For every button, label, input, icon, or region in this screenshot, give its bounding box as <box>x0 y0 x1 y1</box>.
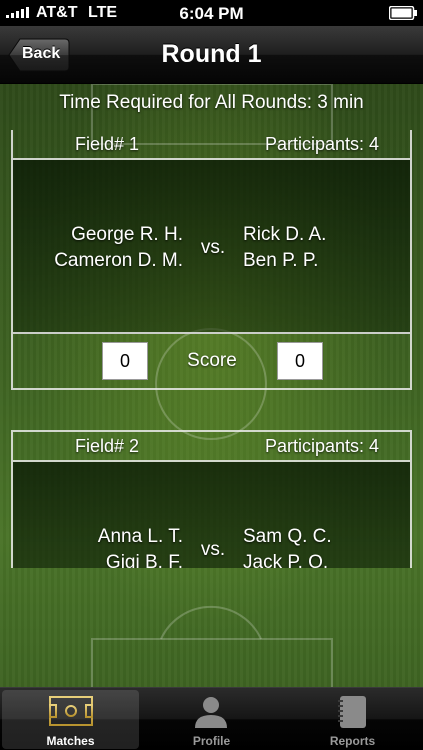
tab-label: Matches <box>46 734 95 748</box>
right-score-input[interactable]: 0 <box>277 342 323 380</box>
left-score-input[interactable]: 0 <box>102 342 148 380</box>
match-card-field-1: Field# 1 Participants: 4 George R. H. Ca… <box>11 130 412 390</box>
status-time: 6:04 PM <box>179 4 244 23</box>
navigation-bar: Back Round 1 <box>0 26 423 84</box>
team-left: Anna L. T. Gigi B. F. <box>13 524 183 568</box>
player-name: Cameron D. M. <box>54 250 183 271</box>
player-name: Jack P. O. <box>243 552 329 568</box>
versus-label: vs. <box>200 237 226 258</box>
time-required-text: Time Required for All Rounds: 3 min <box>59 92 364 113</box>
team-left: George R. H. Cameron D. M. <box>13 222 183 274</box>
battery-icon <box>389 6 417 20</box>
player-name: Gigi B. F. <box>105 552 183 568</box>
person-silhouette-icon <box>195 697 227 728</box>
tab-reports[interactable]: Reports <box>284 690 421 749</box>
match-players[interactable]: George R. H. Cameron D. M. vs. Rick D. A… <box>13 160 410 334</box>
soccer-field-icon <box>49 696 93 726</box>
field-number: Field# 2 <box>75 436 140 456</box>
tab-matches[interactable]: Matches <box>2 690 139 749</box>
player-name: Sam Q. C. <box>243 526 332 547</box>
match-card-header: Field# 1 Participants: 4 <box>13 130 410 160</box>
score-row: 0 Score 0 <box>13 336 410 388</box>
team-right: Rick D. A. Ben P. P. <box>243 222 403 274</box>
matches-scroll-list[interactable]: Field# 1 Participants: 4 George R. H. Ca… <box>0 130 423 568</box>
participants-count: Participants: 4 <box>264 436 379 456</box>
tab-profile[interactable]: Profile <box>143 690 280 749</box>
score-label: Score <box>187 350 237 371</box>
team-right: Sam Q. C. Jack P. O. <box>243 524 403 568</box>
match-card-field-2: Field# 2 Participants: 4 Anna L. T. Gigi… <box>11 430 412 568</box>
match-list-area: Time Required for All Rounds: 3 min Fiel… <box>0 84 423 687</box>
tab-bar: Matches Profile Reports <box>0 687 423 750</box>
versus-label: vs. <box>200 539 226 560</box>
status-bar: AT&T LTE 6:04 PM <box>0 0 423 26</box>
player-name: Ben P. P. <box>243 250 319 271</box>
notebook-icon <box>338 696 366 728</box>
tab-label: Profile <box>192 734 231 748</box>
match-card-header: Field# 2 Participants: 4 <box>13 432 410 462</box>
tab-label: Reports <box>329 734 376 748</box>
match-players[interactable]: Anna L. T. Gigi B. F. vs. Sam Q. C. Jack… <box>13 462 410 568</box>
participants-count: Participants: 4 <box>264 134 379 154</box>
player-name: Anna L. T. <box>97 526 183 547</box>
player-name: George R. H. <box>71 224 183 245</box>
page-title: Round 1 <box>161 40 262 68</box>
player-name: Rick D. A. <box>243 224 327 245</box>
field-number: Field# 1 <box>75 134 140 154</box>
